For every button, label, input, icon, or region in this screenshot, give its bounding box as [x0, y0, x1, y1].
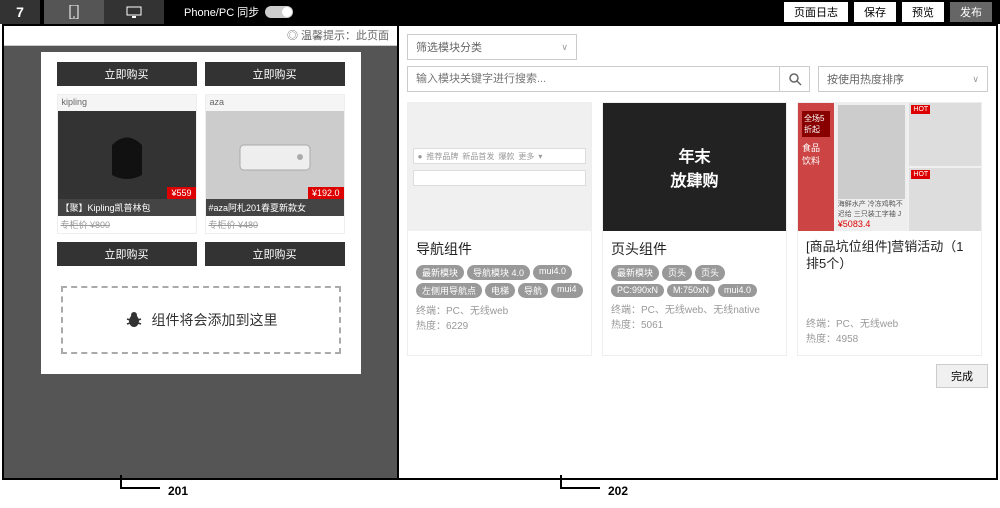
- component-meta-heat: 热度：6229: [416, 319, 583, 334]
- search-icon: [788, 72, 802, 86]
- main-area: ◎ 温馨提示：此页面 立即购买 立即购买 kipling ¥559 【聚】Kip…: [2, 24, 998, 480]
- component-pane: 筛选模块分类 ∨ 按使用热度排序 ∨ ●推荐品牌新品首发爆款更多▾: [399, 26, 996, 478]
- product-image: ¥192.0: [206, 111, 344, 199]
- component-meta-terminal: 终端：PC、无线web: [806, 317, 973, 332]
- product-card[interactable]: kipling ¥559 【聚】Kipling凯普林包 专柜价 ¥800: [57, 94, 197, 234]
- price-tag: ¥559: [167, 187, 195, 199]
- topbar-actions: 页面日志 保存 预览 发布: [784, 2, 1000, 22]
- sync-toggle-group: Phone/PC 同步: [184, 4, 293, 20]
- preview-notice: ◎ 温馨提示：此页面: [4, 26, 397, 46]
- component-tags: 最新模块页头页头PC:990xNM:750xNmui4.0: [611, 265, 778, 297]
- preview-button[interactable]: 预览: [902, 2, 944, 22]
- device-tabs: [44, 0, 164, 24]
- pc-tab[interactable]: [104, 0, 164, 24]
- buy-button[interactable]: 立即购买: [205, 242, 345, 266]
- product-subprice: 专柜价 ¥480: [206, 216, 344, 233]
- component-meta-terminal: 终端：PC、无线web、无线native: [611, 303, 778, 318]
- component-thumbnail: 年末 放肆购: [603, 103, 786, 231]
- buy-button[interactable]: 立即购买: [57, 242, 197, 266]
- sort-label: 按使用热度排序: [827, 71, 904, 87]
- component-drop-zone[interactable]: 组件将会添加到这里: [61, 286, 341, 354]
- product-image: ¥559: [58, 111, 196, 199]
- buy-button[interactable]: 立即购买: [57, 62, 197, 86]
- component-tags: [806, 279, 973, 311]
- component-thumbnail: ●推荐品牌新品首发爆款更多▾: [408, 103, 591, 231]
- drop-zone-text: 组件将会添加到这里: [152, 310, 278, 330]
- component-meta-heat: 热度：4958: [806, 332, 973, 347]
- bug-icon: [124, 310, 144, 330]
- component-thumbnail: 全场5折起 食品 饮料 海鲜水产 冷冻鸡鸭不迟给 三只装工字袖 J ¥5083.…: [798, 103, 981, 231]
- product-subprice: 专柜价 ¥800: [58, 216, 196, 233]
- product-title: #aza阿札201春夏新款女: [206, 199, 344, 216]
- search-input[interactable]: [408, 67, 779, 91]
- chevron-down-icon: ∨: [972, 74, 979, 85]
- category-filter-select[interactable]: 筛选模块分类 ∨: [407, 34, 577, 60]
- phone-icon: [69, 5, 79, 19]
- product-card[interactable]: aza ¥192.0 #aza阿札201春夏新款女 专柜价 ¥480: [205, 94, 345, 234]
- sync-label: Phone/PC 同步: [184, 4, 259, 20]
- preview-pane: ◎ 温馨提示：此页面 立即购买 立即购买 kipling ¥559 【聚】Kip…: [4, 26, 399, 478]
- figure-label-right: 202: [608, 484, 628, 498]
- monitor-icon: [126, 6, 142, 18]
- sort-select[interactable]: 按使用热度排序 ∨: [818, 66, 988, 92]
- buy-button[interactable]: 立即购买: [205, 62, 345, 86]
- component-card-nav[interactable]: ●推荐品牌新品首发爆款更多▾ 导航组件 最新模块导航模块 4.0mui4.0左侧…: [407, 102, 592, 356]
- product-brand: kipling: [58, 95, 196, 111]
- component-grid: ●推荐品牌新品首发爆款更多▾ 导航组件 最新模块导航模块 4.0mui4.0左侧…: [407, 102, 988, 356]
- app-logo: 7: [0, 0, 40, 24]
- component-meta-terminal: 终端：PC、无线web: [416, 304, 583, 319]
- save-button[interactable]: 保存: [854, 2, 896, 22]
- product-title: 【聚】Kipling凯普林包: [58, 199, 196, 216]
- chevron-down-icon: ∨: [561, 42, 568, 53]
- figure-label-left: 201: [168, 484, 188, 498]
- category-placeholder: 筛选模块分类: [416, 39, 482, 55]
- component-meta-heat: 热度：5061: [611, 318, 778, 333]
- component-title: 导航组件: [416, 239, 583, 259]
- search-button[interactable]: [779, 67, 809, 91]
- search-box: [407, 66, 810, 92]
- sync-toggle[interactable]: [265, 6, 293, 18]
- publish-button[interactable]: 发布: [950, 2, 992, 22]
- component-card-promo[interactable]: 全场5折起 食品 饮料 海鲜水产 冷冻鸡鸭不迟给 三只装工字袖 J ¥5083.…: [797, 102, 982, 356]
- phone-tab[interactable]: [44, 0, 104, 24]
- component-tags: 最新模块导航模块 4.0mui4.0左侧用导航点电梯导航mui4: [416, 265, 583, 298]
- component-title: 页头组件: [611, 239, 778, 259]
- top-bar: 7 Phone/PC 同步 页面日志 保存 预览 发布: [0, 0, 1000, 24]
- price-tag: ¥192.0: [308, 187, 344, 199]
- phone-preview: 立即购买 立即购买 kipling ¥559 【聚】Kipling凯普林包 专柜…: [41, 52, 361, 374]
- product-brand: aza: [206, 95, 344, 111]
- done-button[interactable]: 完成: [936, 364, 988, 388]
- component-card-header[interactable]: 年末 放肆购 页头组件 最新模块页头页头PC:990xNM:750xNmui4.…: [602, 102, 787, 356]
- component-title: [商品坑位组件]营销活动（1排5个）: [806, 239, 973, 273]
- page-log-button[interactable]: 页面日志: [784, 2, 848, 22]
